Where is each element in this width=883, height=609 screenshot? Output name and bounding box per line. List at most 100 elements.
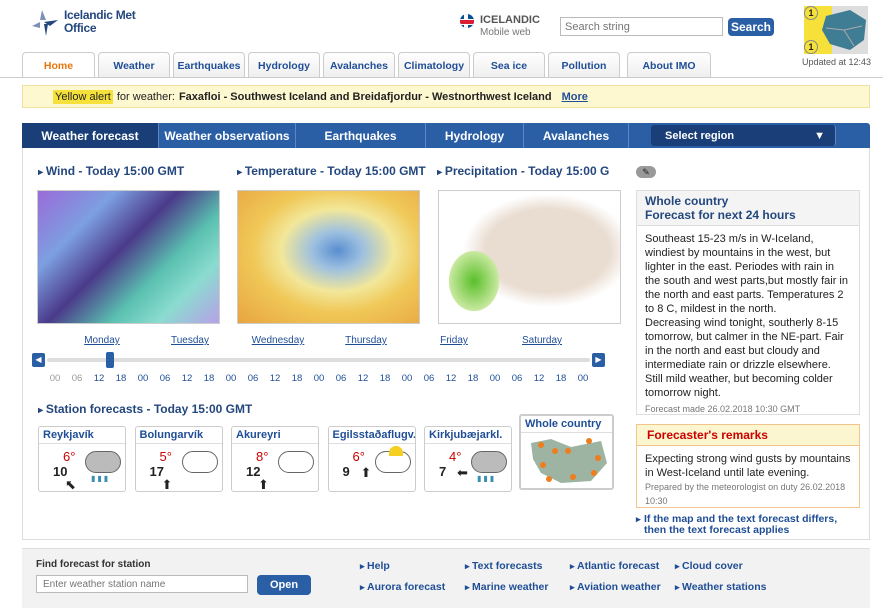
updated-time: Updated at 12:43 (802, 57, 872, 67)
station-temp: 8° (256, 449, 269, 464)
temperature-map-title[interactable]: Temperature - Today 15:00 GMT (237, 164, 427, 178)
timeline-hours: 00 06 12 18 00 06 12 18 00 06 12 18 00 06 12 18 00 06 12 18… (44, 373, 594, 384)
wind-arrow-icon: ⬆ (161, 477, 173, 492)
hour-label[interactable]: 18 (286, 373, 308, 384)
search-button[interactable]: Search (728, 18, 774, 36)
tab-climatology[interactable]: Climatology (398, 52, 470, 78)
timeline-slider-handle[interactable] (106, 352, 114, 368)
day-link[interactable]: Saturday (498, 335, 586, 346)
day-link[interactable]: Wednesday (234, 335, 322, 346)
tab-earthquakes[interactable]: Earthquakes (173, 52, 245, 78)
precipitation-map-title[interactable]: Precipitation - Today 15:00 GMT (437, 164, 610, 178)
nav-earthquakes[interactable]: Earthquakes (296, 123, 426, 148)
whole-country-card[interactable]: Whole country (519, 414, 614, 490)
footer-link-aviation-weather[interactable]: Aviation weather (570, 581, 661, 593)
station-name: Bolungarvík (135, 427, 222, 444)
hour-label[interactable]: 00 (484, 373, 506, 384)
precipitation-map[interactable] (438, 190, 621, 324)
pin-icon[interactable]: ✎ (636, 166, 656, 178)
day-link[interactable]: Tuesday (146, 335, 234, 346)
timeline-track[interactable] (47, 358, 590, 362)
footer-link-text-forecasts[interactable]: Text forecasts (465, 560, 542, 572)
alert-more-link[interactable]: More (562, 91, 588, 103)
hour-label[interactable]: 06 (506, 373, 528, 384)
raindrops-icon: ▮▮▮ (91, 474, 111, 483)
forecast-period: Forecast for next 24 hours (645, 208, 796, 222)
tab-avalanches[interactable]: Avalanches (323, 52, 395, 78)
tab-pollution[interactable]: Pollution (548, 52, 620, 78)
wind-arrow-icon: ⬆ (360, 465, 372, 480)
wind-arrow-icon: ⬆ (258, 477, 269, 492)
tab-weather[interactable]: Weather (98, 52, 170, 78)
select-region-dropdown[interactable]: Select region ▼ (651, 125, 836, 146)
station-temp: 6° (63, 449, 76, 464)
language-link[interactable]: ICELANDIC Mobile web (460, 14, 540, 38)
timeline-next-button[interactable]: ▶ (592, 353, 605, 367)
hour-label[interactable]: 12 (264, 373, 286, 384)
footer-link-marine-weather[interactable]: Marine weather (465, 581, 548, 593)
footer-link-cloud-cover[interactable]: Cloud cover (675, 560, 743, 572)
hour-label[interactable]: 18 (374, 373, 396, 384)
text-forecast-note-link[interactable]: ▸ If the map and the text forecast differ… (636, 514, 860, 536)
nav-weather-forecast[interactable]: Weather forecast (22, 123, 159, 148)
hour-label[interactable]: 00 (572, 373, 594, 384)
hour-label[interactable]: 12 (176, 373, 198, 384)
open-button[interactable]: Open (257, 575, 311, 595)
day-link[interactable]: Friday (410, 335, 498, 346)
wind-map[interactable] (37, 190, 220, 324)
mobile-web-link[interactable]: Mobile web (480, 27, 531, 38)
hour-label[interactable]: 18 (462, 373, 484, 384)
hour-label[interactable]: 00 (220, 373, 242, 384)
hour-label[interactable]: 12 (88, 373, 110, 384)
nav-hydrology[interactable]: Hydrology (426, 123, 524, 148)
hour-label[interactable]: 00 (132, 373, 154, 384)
hour-label[interactable]: 06 (154, 373, 176, 384)
nav-avalanches[interactable]: Avalanches (524, 123, 629, 148)
temperature-map[interactable] (237, 190, 420, 324)
footer-link-aurora-forecast[interactable]: Aurora forecast (360, 581, 445, 593)
icelandic-link[interactable]: ICELANDIC (480, 14, 540, 26)
tab-about-imo[interactable]: About IMO (627, 52, 711, 78)
hour-label[interactable]: 18 (198, 373, 220, 384)
search-input[interactable] (560, 17, 723, 36)
find-station-label: Find forecast for station (36, 559, 151, 570)
hour-label[interactable]: 00 (44, 373, 66, 384)
station-card[interactable]: Egilsstaðaflugv. 6° 9 ⬆ (327, 426, 416, 492)
station-card[interactable]: Bolungarvík 5° 17 ⬆ (134, 426, 223, 492)
hour-label[interactable]: 12 (440, 373, 462, 384)
hour-label[interactable]: 06 (66, 373, 88, 384)
footer-link-help[interactable]: Help (360, 560, 390, 572)
hour-label[interactable]: 18 (550, 373, 572, 384)
hour-label[interactable]: 06 (330, 373, 352, 384)
nav-weather-observations[interactable]: Weather observations (159, 123, 296, 148)
timeline-prev-button[interactable]: ◀ (32, 353, 45, 367)
station-card[interactable]: Akureyri 8° 12 ⬆ (231, 426, 319, 492)
forecast-timestamp: Forecast made 26.02.2018 10:30 GMT (645, 404, 801, 414)
hour-label[interactable]: 00 (396, 373, 418, 384)
cloudy-icon (278, 451, 314, 473)
station-forecasts-title[interactable]: Station forecasts - Today 15:00 GMT (38, 402, 253, 416)
imo-logo[interactable]: Icelandic Met Office (30, 8, 136, 36)
warning-map[interactable]: 1 1 (804, 6, 868, 54)
wind-map-title[interactable]: Wind - Today 15:00 GMT (38, 164, 228, 178)
day-link[interactable]: Thursday (322, 335, 410, 346)
station-card[interactable]: Reykjavík 6° 10 ⬉ ▮▮▮ (38, 426, 126, 492)
hour-label[interactable]: 06 (242, 373, 264, 384)
hour-label[interactable]: 12 (352, 373, 374, 384)
hour-label[interactable]: 00 (308, 373, 330, 384)
divider (0, 77, 883, 78)
hour-label[interactable]: 06 (418, 373, 440, 384)
station-card[interactable]: Kirkjubæjarkl. 4° 7 ⬅ ▮▮▮ (424, 426, 512, 492)
rain-cloud-icon (471, 451, 507, 473)
day-link[interactable]: Monday (58, 335, 146, 346)
footer-link-weather-stations[interactable]: Weather stations (675, 581, 766, 593)
hour-label[interactable]: 12 (528, 373, 550, 384)
tab-sea-ice[interactable]: Sea ice (473, 52, 545, 78)
raindrops-icon: ▮▮▮ (477, 474, 497, 483)
hour-label[interactable]: 18 (110, 373, 132, 384)
footer-link-atlantic-forecast[interactable]: Atlantic forecast (570, 560, 659, 572)
tab-home[interactable]: Home (22, 52, 95, 78)
tab-hydrology[interactable]: Hydrology (248, 52, 320, 78)
whole-country-label: Whole country (521, 416, 612, 433)
station-name-input[interactable] (36, 575, 248, 593)
